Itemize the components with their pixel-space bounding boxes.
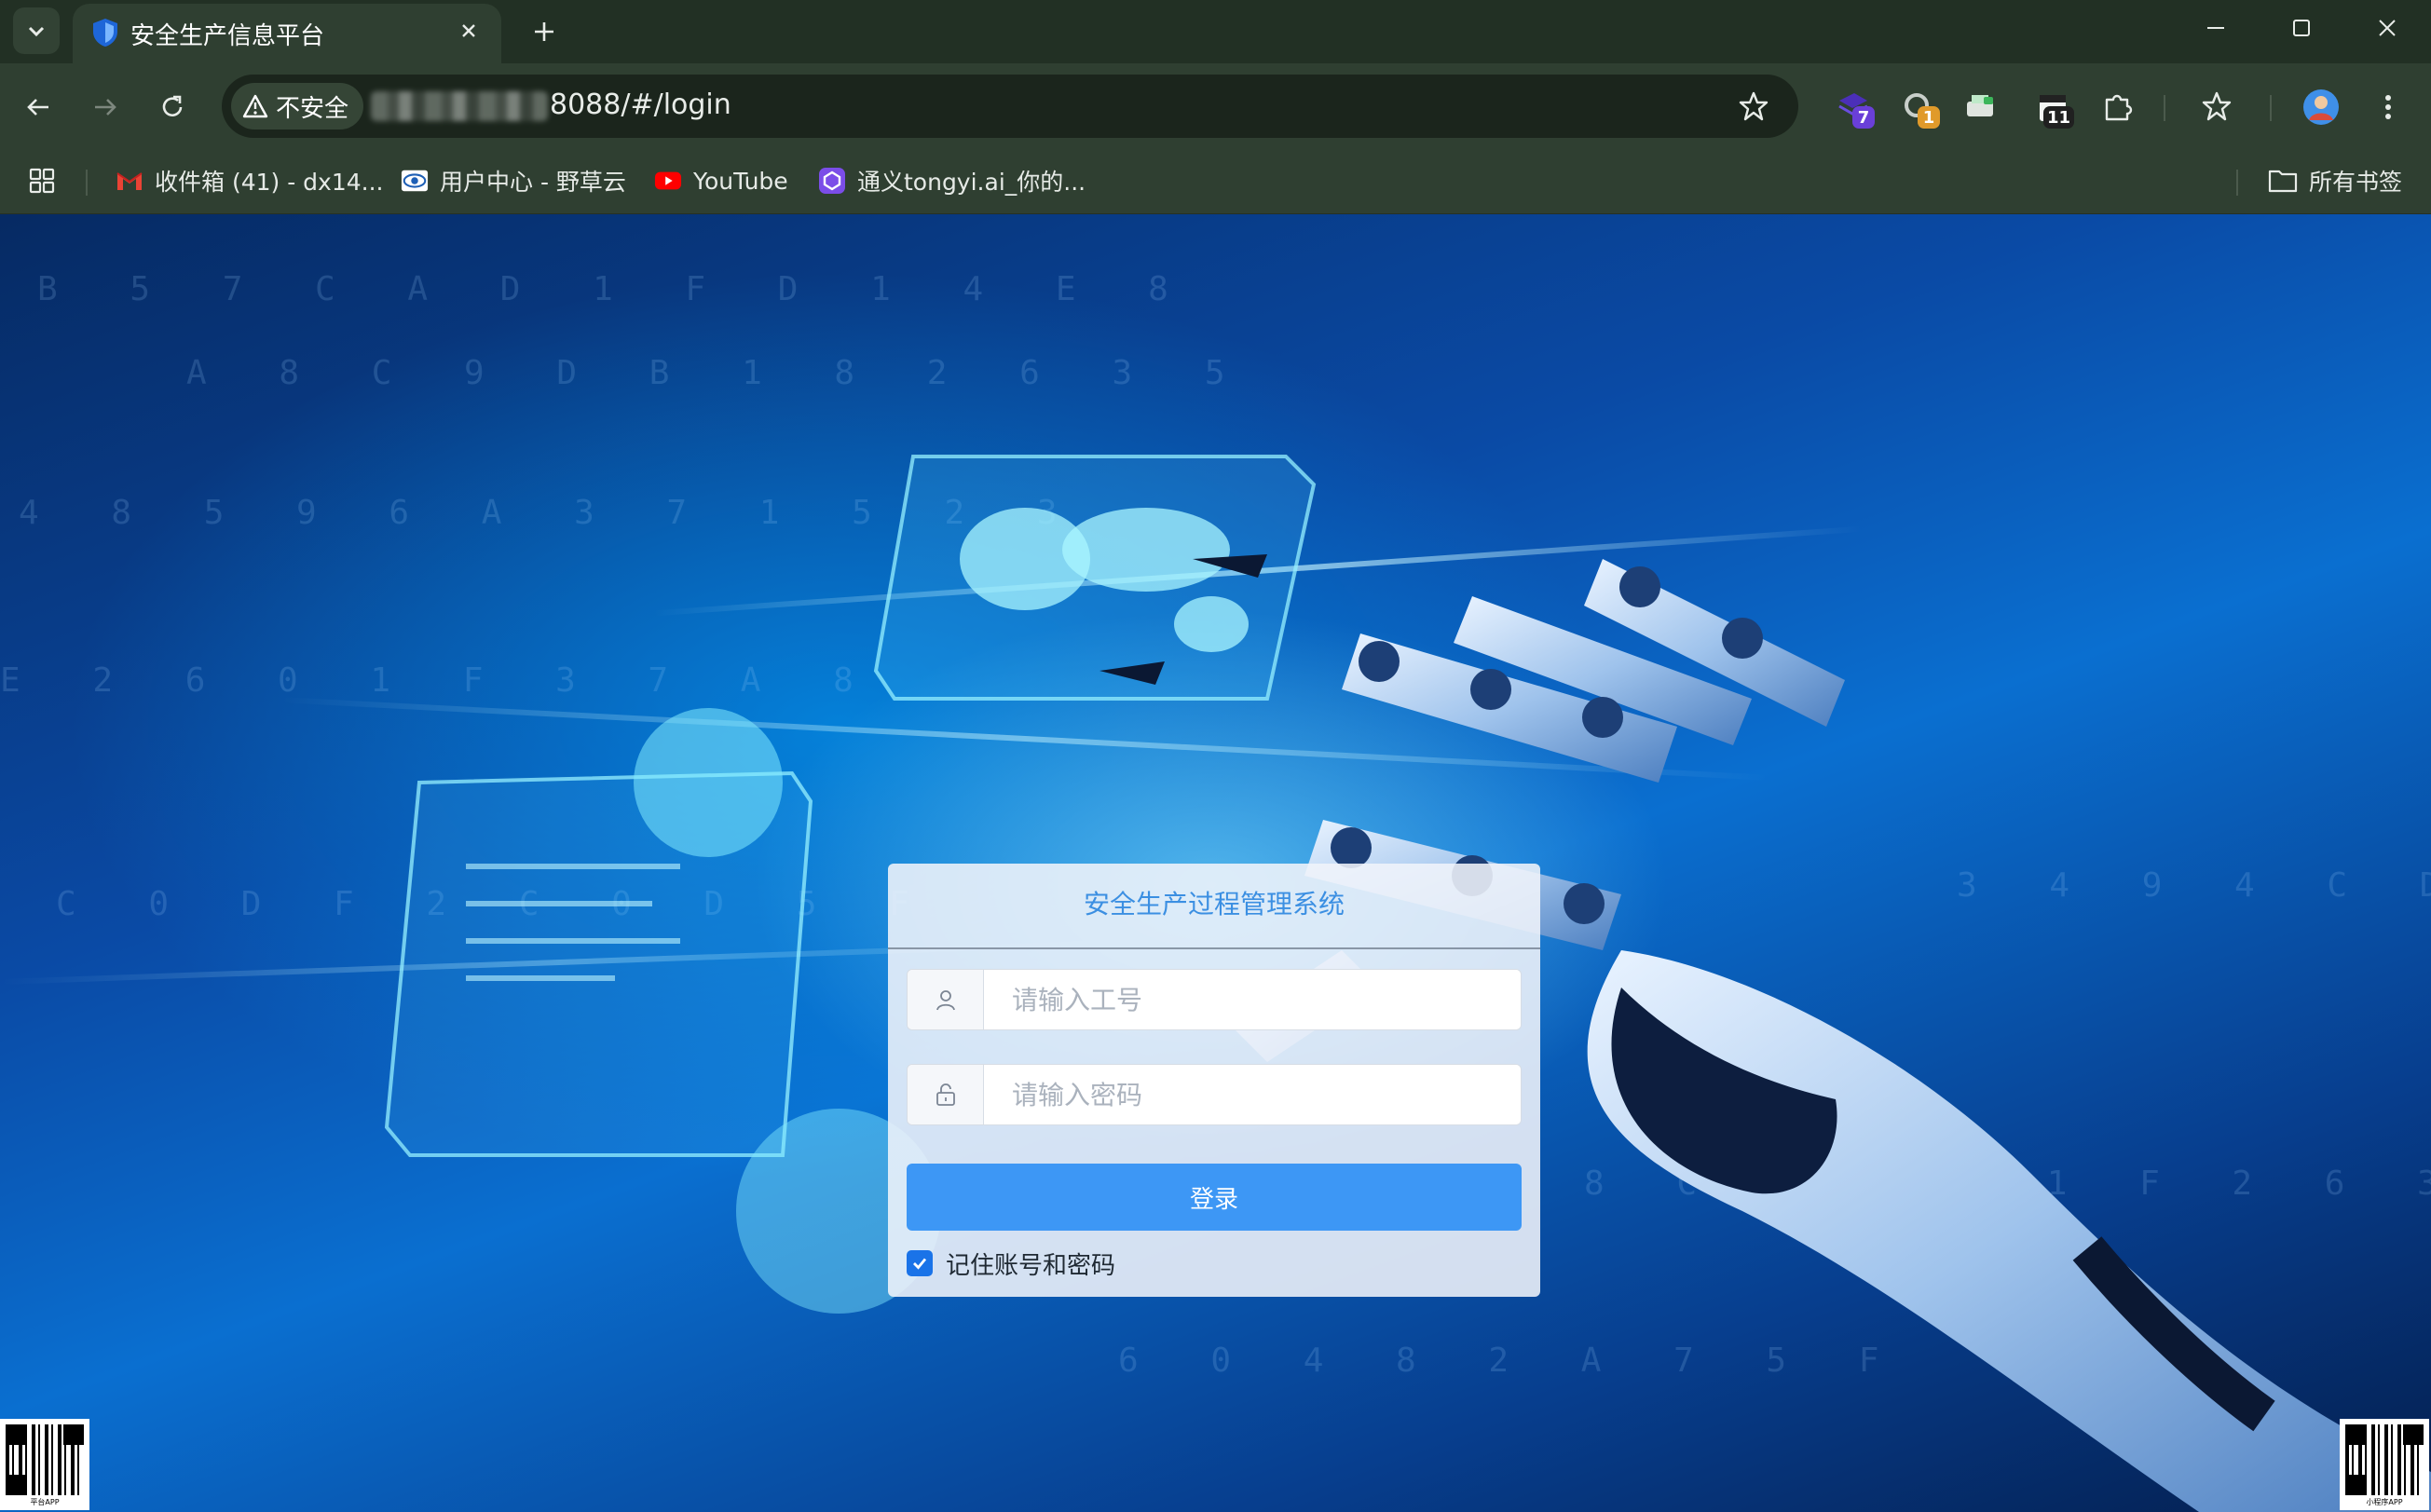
remember-credentials[interactable]: 记住账号和密码 <box>907 1247 1116 1280</box>
qr-caption-left: 平台APP <box>30 1498 60 1506</box>
extension-badge: 7 <box>1852 106 1875 129</box>
extension-button[interactable]: 1 <box>1895 84 1942 130</box>
back-button[interactable] <box>15 84 61 130</box>
print-icon <box>1967 95 1993 116</box>
forward-button[interactable] <box>82 84 129 130</box>
bookmark-item[interactable]: 通义tongyi.ai_你的... <box>818 162 1086 199</box>
extension-button[interactable] <box>1957 84 2003 130</box>
bookmark-label: 通义tongyi.ai_你的... <box>857 169 1086 196</box>
minimize-button[interactable] <box>2173 0 2259 56</box>
reading-list-button[interactable] <box>2193 84 2240 130</box>
close-icon <box>462 24 475 37</box>
bookmark-label: YouTube <box>693 167 788 195</box>
tab-title: 安全生产信息平台 <box>130 22 325 50</box>
username-addon <box>908 970 984 1029</box>
blurred-host <box>371 91 548 121</box>
chevron-down-icon <box>28 26 45 37</box>
extensions-menu-button[interactable] <box>2095 84 2141 130</box>
browser-toolbar: 不安全 8088/#/login 7 1 11 <box>0 63 2431 149</box>
code-background: B 5 7 C A D 1 F D 1 4 E 8 <box>37 270 1195 308</box>
address-bar[interactable]: 不安全 8088/#/login <box>222 75 1798 138</box>
password-addon <box>908 1065 984 1124</box>
maximize-icon <box>2293 20 2310 36</box>
extension-button[interactable]: 11 <box>2029 84 2076 130</box>
system-title: 安全生产过程管理系统 <box>1083 889 1345 919</box>
extension-button[interactable]: 7 <box>1830 84 1877 130</box>
qr-pattern <box>6 1424 84 1495</box>
browser-menu-button[interactable] <box>2365 84 2411 130</box>
new-tab-button[interactable] <box>522 9 567 54</box>
tongyi-icon <box>818 167 846 195</box>
security-label: 不安全 <box>276 94 349 123</box>
more-vertical-icon <box>2385 95 2391 119</box>
password-field <box>907 1064 1522 1125</box>
extension-badge: 11 <box>2042 106 2074 129</box>
reload-button[interactable] <box>149 84 196 130</box>
qr-caption-right: 小程序APP <box>2366 1498 2403 1506</box>
folder-icon <box>2268 170 2298 193</box>
plus-icon <box>535 22 553 41</box>
toolbar-separator <box>2270 95 2272 121</box>
tab-search-button[interactable] <box>13 7 60 54</box>
remember-checkbox[interactable] <box>907 1250 933 1276</box>
checkmark-icon <box>913 1258 927 1270</box>
apps-grid-icon <box>29 168 55 194</box>
security-indicator[interactable]: 不安全 <box>231 83 364 129</box>
qr-pattern <box>2345 1424 2424 1495</box>
login-panel: 安全生产过程管理系统 登录 记住账号和密码 <box>888 864 1540 1297</box>
bookmarks-separator <box>86 170 88 196</box>
login-button[interactable]: 登录 <box>907 1164 1522 1231</box>
bookmark-item[interactable]: 收件箱 (41) - dx14... <box>116 162 384 199</box>
username-input[interactable] <box>984 970 1521 1029</box>
reload-icon <box>162 95 183 116</box>
bookmark-item[interactable]: 用户中心 - 野草云 <box>401 162 626 199</box>
toolbar-separator <box>2164 95 2165 121</box>
eye-cloud-icon <box>401 167 429 195</box>
shield-favicon-icon <box>93 19 117 47</box>
qr-code-right[interactable]: 小程序APP <box>2340 1419 2429 1510</box>
bookmark-label: 用户中心 - 野草云 <box>440 169 626 196</box>
arrow-left-icon <box>27 99 48 116</box>
title-divider <box>888 947 1540 949</box>
maximize-button[interactable] <box>2259 0 2344 56</box>
close-tab-button[interactable] <box>453 15 485 47</box>
minimize-icon <box>2207 27 2224 29</box>
arrow-right-icon <box>95 99 116 116</box>
lock-icon <box>936 1083 955 1106</box>
active-tab[interactable]: 安全生产信息平台 <box>73 4 501 63</box>
bookmark-label: 收件箱 (41) - dx14... <box>155 169 384 196</box>
bookmark-star-button[interactable] <box>1733 86 1774 127</box>
youtube-icon <box>654 167 682 195</box>
qr-code-left[interactable]: 平台APP <box>0 1419 89 1510</box>
close-icon <box>2379 20 2396 36</box>
all-bookmarks-label: 所有书签 <box>2309 169 2403 196</box>
tab-strip: 安全生产信息平台 <box>0 0 2431 63</box>
remember-label: 记住账号和密码 <box>946 1251 1116 1280</box>
bookmarks-bar: 收件箱 (41) - dx14... 用户中心 - 野草云 YouTube 通义… <box>0 149 2431 214</box>
star-icon <box>1739 91 1769 121</box>
puzzle-icon <box>2105 94 2133 121</box>
apps-button[interactable] <box>28 162 56 199</box>
warning-triangle-icon <box>242 94 268 118</box>
bookmarks-separator <box>2236 170 2238 196</box>
avatar-icon <box>2303 89 2339 125</box>
gmail-icon <box>116 167 143 195</box>
username-field <box>907 969 1522 1030</box>
login-page: B 5 7 C A D 1 F D 1 4 E 8 A 8 C 9 D B 1 … <box>0 214 2431 1512</box>
star-list-icon <box>2202 91 2232 121</box>
url-text: 8088/#/login <box>550 89 731 121</box>
password-input[interactable] <box>984 1065 1521 1124</box>
user-icon <box>936 990 955 1011</box>
close-window-button[interactable] <box>2344 0 2430 56</box>
all-bookmarks-button[interactable]: 所有书签 <box>2268 162 2402 199</box>
profile-button[interactable] <box>2298 84 2344 130</box>
bookmark-item[interactable]: YouTube <box>654 162 788 199</box>
extension-badge: 1 <box>1918 106 1940 129</box>
